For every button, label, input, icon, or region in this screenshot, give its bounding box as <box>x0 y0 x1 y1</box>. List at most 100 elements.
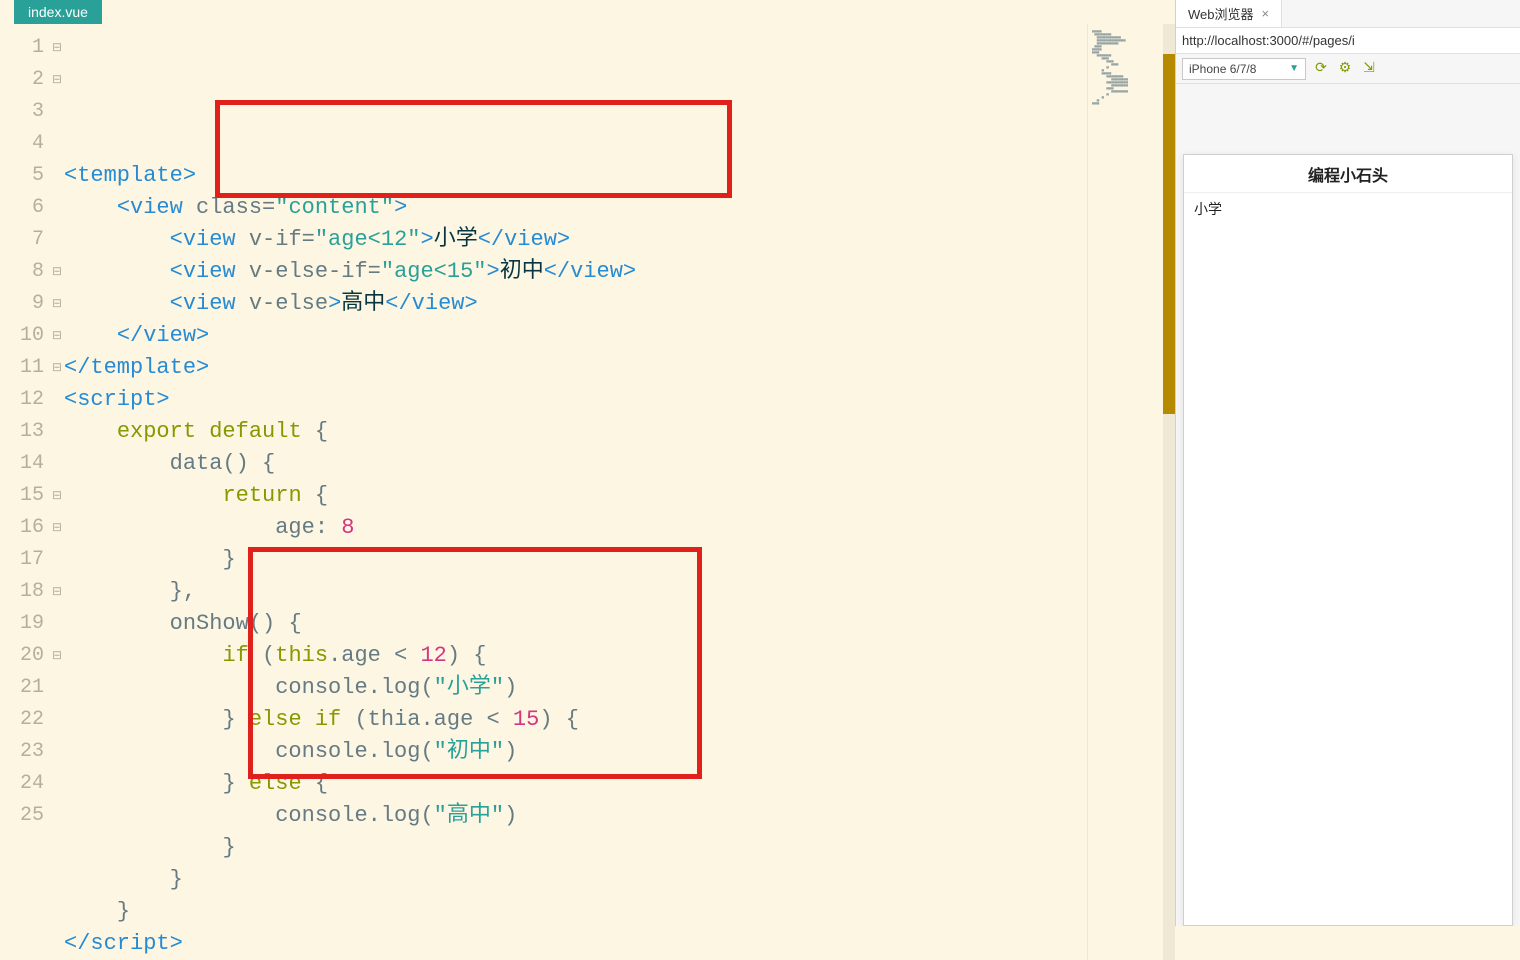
line-number: 15 <box>0 480 50 512</box>
fold-spacer <box>50 448 64 480</box>
line-number: 16 <box>0 512 50 544</box>
code-line[interactable]: onShow() { <box>64 608 1087 640</box>
gear-icon[interactable]: ⚙ <box>1336 60 1354 78</box>
line-number: 22 <box>0 704 50 736</box>
fold-spacer <box>50 96 64 128</box>
close-icon[interactable]: × <box>1262 6 1270 21</box>
fold-spacer <box>50 800 64 832</box>
code-line[interactable]: } <box>64 896 1087 928</box>
fold-toggle[interactable]: ⊟ <box>50 480 64 512</box>
line-number-gutter: 1234567891011121314151617181920212223242… <box>0 24 50 960</box>
line-number: 2 <box>0 64 50 96</box>
editor-tab-bar: index.vue <box>0 0 1175 24</box>
preview-page-title: 编程小石头 <box>1184 155 1512 193</box>
line-number: 8 <box>0 256 50 288</box>
line-number: 17 <box>0 544 50 576</box>
fold-spacer <box>50 544 64 576</box>
browser-url-input[interactable] <box>1182 33 1514 48</box>
fold-toggle[interactable]: ⊟ <box>50 576 64 608</box>
fold-toggle[interactable]: ⊟ <box>50 512 64 544</box>
line-number: 24 <box>0 768 50 800</box>
editor-body: 1234567891011121314151617181920212223242… <box>0 24 1175 960</box>
fold-toggle[interactable]: ⊟ <box>50 640 64 672</box>
fold-toggle[interactable]: ⊟ <box>50 320 64 352</box>
line-number: 20 <box>0 640 50 672</box>
browser-tab[interactable]: Web浏览器 × <box>1176 0 1282 27</box>
fold-spacer <box>50 160 64 192</box>
refresh-icon[interactable]: ⟳ <box>1312 60 1330 78</box>
editor-tab-active[interactable]: index.vue <box>14 0 102 24</box>
code-line[interactable]: <script> <box>64 384 1087 416</box>
code-line[interactable]: } else { <box>64 768 1087 800</box>
code-line[interactable]: age: 8 <box>64 512 1087 544</box>
preview-page-body: 小学 <box>1184 193 1512 925</box>
browser-toolbar: iPhone 6/7/8 ▼ ⟳ ⚙ ⇲ <box>1176 54 1520 84</box>
line-number: 21 <box>0 672 50 704</box>
device-select-label: iPhone 6/7/8 <box>1189 62 1256 76</box>
device-select[interactable]: iPhone 6/7/8 ▼ <box>1182 58 1306 80</box>
fold-spacer <box>50 224 64 256</box>
line-number: 25 <box>0 800 50 832</box>
code-line[interactable]: <view v-else-if="age<15">初中</view> <box>64 256 1087 288</box>
line-number: 18 <box>0 576 50 608</box>
fold-spacer <box>50 672 64 704</box>
code-line[interactable]: <view v-if="age<12">小学</view> <box>64 224 1087 256</box>
browser-pane: Web浏览器 × iPhone 6/7/8 ▼ ⟳ ⚙ ⇲ 编程小石头 小学 <box>1175 0 1520 926</box>
fold-spacer <box>50 736 64 768</box>
browser-tab-label: Web浏览器 <box>1188 4 1254 23</box>
line-number: 14 <box>0 448 50 480</box>
code-line[interactable]: <view v-else>高中</view> <box>64 288 1087 320</box>
line-number: 12 <box>0 384 50 416</box>
line-number: 11 <box>0 352 50 384</box>
line-number: 6 <box>0 192 50 224</box>
code-line[interactable]: if (this.age < 12) { <box>64 640 1087 672</box>
line-number: 7 <box>0 224 50 256</box>
code-area[interactable]: <template> <view class="content"> <view … <box>64 24 1087 960</box>
popout-icon[interactable]: ⇲ <box>1360 60 1378 78</box>
code-line[interactable]: </template> <box>64 352 1087 384</box>
code-line[interactable]: export default { <box>64 416 1087 448</box>
fold-toggle[interactable]: ⊟ <box>50 64 64 96</box>
minimap[interactable]: ████████ ██████████████ ████████████████… <box>1087 24 1175 960</box>
fold-toggle[interactable]: ⊟ <box>50 288 64 320</box>
line-number: 3 <box>0 96 50 128</box>
code-line[interactable]: } <box>64 544 1087 576</box>
fold-spacer <box>50 416 64 448</box>
line-number: 23 <box>0 736 50 768</box>
editor-scrollbar-thumb[interactable] <box>1163 54 1175 414</box>
editor-pane: index.vue 123456789101112131415161718192… <box>0 0 1175 926</box>
fold-column: ⊟⊟⊟⊟⊟⊟⊟⊟⊟⊟ <box>50 24 64 960</box>
fold-toggle[interactable]: ⊟ <box>50 352 64 384</box>
fold-spacer <box>50 192 64 224</box>
browser-url-bar <box>1176 28 1520 54</box>
code-line[interactable]: console.log("初中") <box>64 736 1087 768</box>
code-line[interactable]: <template> <box>64 160 1087 192</box>
fold-spacer <box>50 608 64 640</box>
line-number: 5 <box>0 160 50 192</box>
code-line[interactable]: <view class="content"> <box>64 192 1087 224</box>
fold-spacer <box>50 704 64 736</box>
code-line[interactable]: } else if (thia.age < 15) { <box>64 704 1087 736</box>
code-line[interactable]: } <box>64 864 1087 896</box>
code-line[interactable]: console.log("小学") <box>64 672 1087 704</box>
browser-tab-bar: Web浏览器 × <box>1176 0 1520 28</box>
fold-spacer <box>50 768 64 800</box>
fold-toggle[interactable]: ⊟ <box>50 256 64 288</box>
code-line[interactable]: return { <box>64 480 1087 512</box>
code-line[interactable]: console.log("高中") <box>64 800 1087 832</box>
code-line[interactable]: </script> <box>64 928 1087 960</box>
code-line[interactable]: }, <box>64 576 1087 608</box>
line-number: 13 <box>0 416 50 448</box>
chevron-down-icon: ▼ <box>1289 63 1299 74</box>
line-number: 1 <box>0 32 50 64</box>
fold-toggle[interactable]: ⊟ <box>50 32 64 64</box>
line-number: 9 <box>0 288 50 320</box>
code-line[interactable]: data() { <box>64 448 1087 480</box>
minimap-content: ████████ ██████████████ ████████████████… <box>1092 30 1128 105</box>
code-line[interactable]: </view> <box>64 320 1087 352</box>
fold-spacer <box>50 384 64 416</box>
fold-spacer <box>50 128 64 160</box>
line-number: 10 <box>0 320 50 352</box>
code-line[interactable]: } <box>64 832 1087 864</box>
preview-area: 编程小石头 小学 <box>1176 84 1520 926</box>
